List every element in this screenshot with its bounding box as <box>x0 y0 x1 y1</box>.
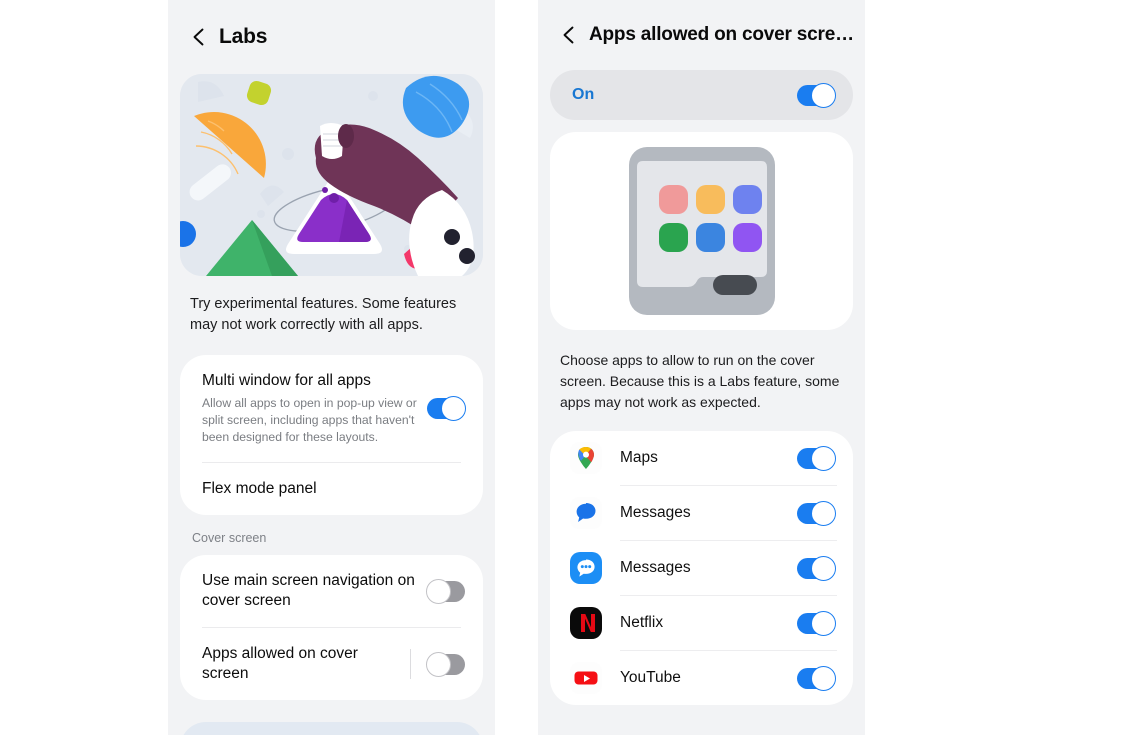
google-messages-icon <box>570 497 602 529</box>
toggle-main-screen-navigation[interactable] <box>426 578 465 604</box>
toggle-knob <box>811 610 836 636</box>
master-toggle-row[interactable]: On <box>550 70 853 120</box>
labs-app-bar: Labs <box>168 0 495 74</box>
setting-title: Multi window for all apps <box>202 372 371 390</box>
promo-card: Looking for something else? Full screen … <box>180 722 483 735</box>
setting-row-multi-window[interactable]: Multi window for all apps Allow all apps… <box>180 355 483 462</box>
page-title: Labs <box>219 25 268 48</box>
app-row-maps[interactable]: Maps <box>550 431 853 485</box>
toggle-app-youtube[interactable] <box>797 665 836 691</box>
apps-allowed-panel: Apps allowed on cover scre… On Choose ap… <box>538 0 865 735</box>
setting-row-apps-allowed-on-cover-screen[interactable]: Apps allowed on cover screen <box>180 628 483 700</box>
toggle-knob <box>811 82 836 108</box>
netflix-icon <box>570 607 602 639</box>
back-chevron-icon[interactable] <box>558 24 580 46</box>
labs-settings-panel: Labs Try experimental features. Some fea… <box>168 0 495 735</box>
toggle-knob <box>811 555 836 581</box>
toggle-knob <box>441 395 466 421</box>
vertical-divider <box>410 649 411 680</box>
labs-settings-card: Multi window for all apps Allow all apps… <box>180 355 483 515</box>
cover-screen-device-illustration <box>550 132 853 330</box>
toggle-knob <box>426 578 451 604</box>
master-toggle[interactable] <box>797 82 836 108</box>
setting-text-group: Apps allowed on cover screen <box>202 644 410 684</box>
app-row-youtube[interactable]: YouTube <box>550 651 853 705</box>
setting-text-group: Multi window for all apps Allow all apps… <box>202 371 427 446</box>
app-label: Messages <box>620 559 691 576</box>
setting-subtitle: Allow all apps to open in pop-up view or… <box>202 396 417 444</box>
app-label: Messages <box>620 504 691 521</box>
master-toggle-label: On <box>572 86 595 103</box>
google-maps-icon <box>570 442 602 474</box>
toggle-app-maps[interactable] <box>797 445 836 471</box>
setting-row-main-screen-navigation[interactable]: Use main screen navigation on cover scre… <box>180 555 483 627</box>
app-row-google-messages[interactable]: Messages <box>550 486 853 540</box>
page-title: Apps allowed on cover scre… <box>589 24 854 45</box>
setting-title: Flex mode panel <box>202 479 317 497</box>
setting-row-flex-mode-panel[interactable]: Flex mode panel <box>180 463 483 515</box>
labs-intro-text: Try experimental features. Some features… <box>190 296 457 333</box>
labs-flask-illustration <box>180 74 483 276</box>
app-label: Maps <box>620 449 658 466</box>
toggle-apps-allowed-on-cover-screen[interactable] <box>426 651 465 677</box>
samsung-messages-icon <box>570 552 602 584</box>
app-label: Netflix <box>620 614 664 631</box>
back-chevron-icon[interactable] <box>188 26 210 48</box>
apps-allowed-app-bar: Apps allowed on cover scre… <box>538 0 865 70</box>
app-row-samsung-messages[interactable]: Messages <box>550 541 853 595</box>
toggle-multi-window[interactable] <box>427 395 466 421</box>
youtube-icon <box>570 662 602 694</box>
toggle-app-samsung-messages[interactable] <box>797 555 836 581</box>
apps-list-card: Maps Messages Messages Netflix YouTube <box>550 431 853 705</box>
toggle-app-google-messages[interactable] <box>797 500 836 526</box>
setting-text-group: Flex mode panel <box>202 479 465 499</box>
toggle-knob <box>811 665 836 691</box>
app-row-netflix[interactable]: Netflix <box>550 596 853 650</box>
apps-allowed-description: Choose apps to allow to run on the cover… <box>560 352 840 410</box>
toggle-app-netflix[interactable] <box>797 610 836 636</box>
setting-title: Apps allowed on cover screen <box>202 645 358 683</box>
toggle-knob <box>811 445 836 471</box>
screenshot-root: Labs Try experimental features. Some fea… <box>0 0 1122 735</box>
section-header-cover-screen: Cover screen <box>192 530 267 545</box>
toggle-knob <box>811 500 836 526</box>
toggle-knob <box>426 651 451 677</box>
cover-screen-settings-card: Use main screen navigation on cover scre… <box>180 554 483 701</box>
app-label: YouTube <box>620 669 681 686</box>
setting-text-group: Use main screen navigation on cover scre… <box>202 571 427 611</box>
setting-title: Use main screen navigation on cover scre… <box>202 571 415 610</box>
